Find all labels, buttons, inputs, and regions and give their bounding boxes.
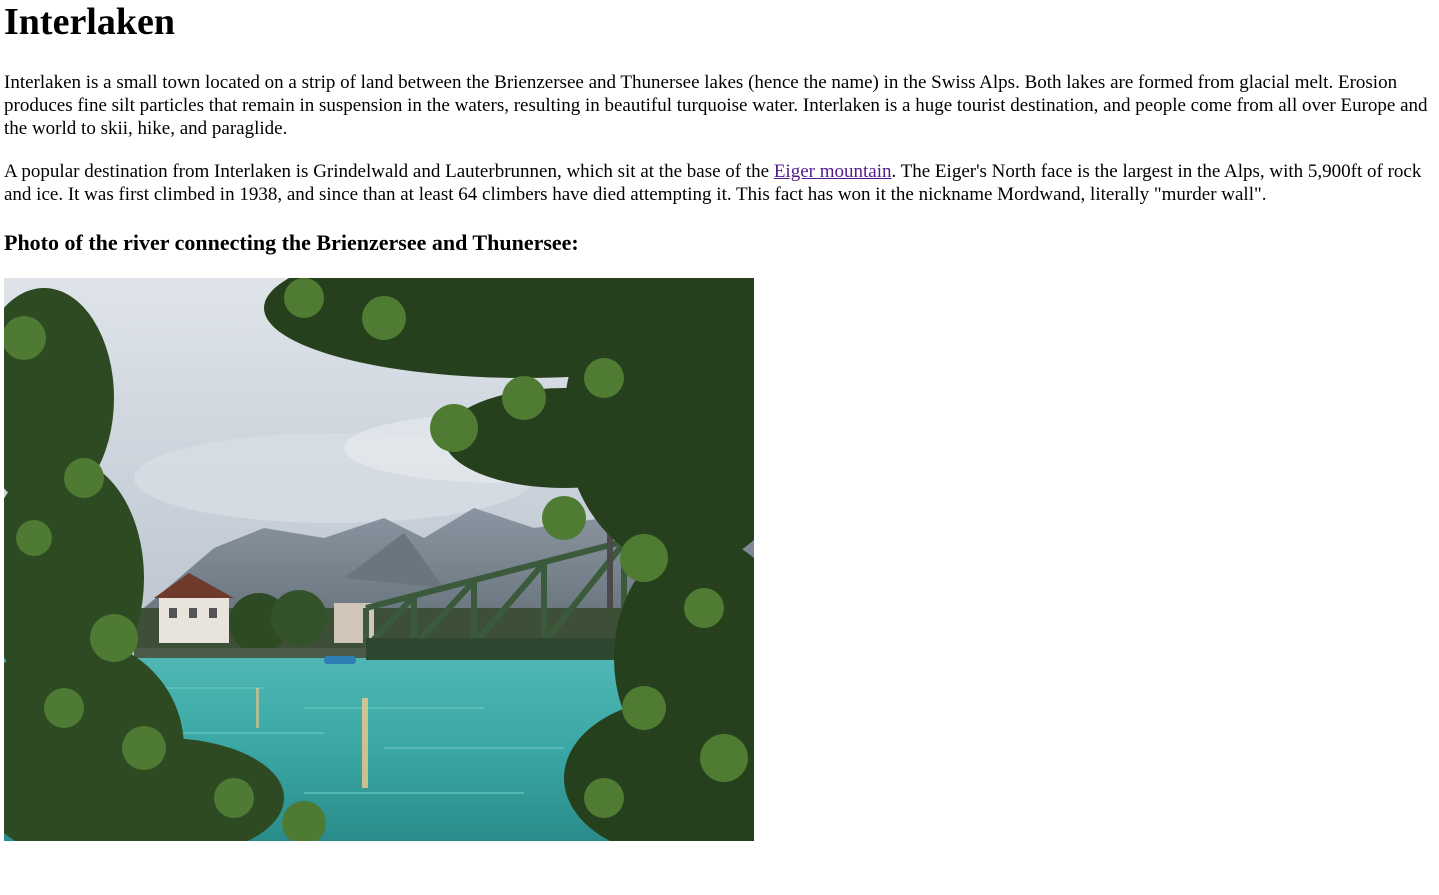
- photo-heading: Photo of the river connecting the Brienz…: [4, 230, 579, 255]
- river-photo: [4, 278, 754, 841]
- eiger-paragraph-before: A popular destination from Interlaken is…: [4, 161, 774, 182]
- intro-paragraph: Interlaken is a small town located on a …: [4, 72, 1428, 139]
- eiger-paragraph: A popular destination from Interlaken is…: [4, 160, 1435, 206]
- eiger-mountain-link[interactable]: Eiger mountain: [774, 161, 892, 182]
- page: Interlaken Interlaken is a small town lo…: [0, 0, 1439, 841]
- page-title: Interlaken: [4, 1, 175, 43]
